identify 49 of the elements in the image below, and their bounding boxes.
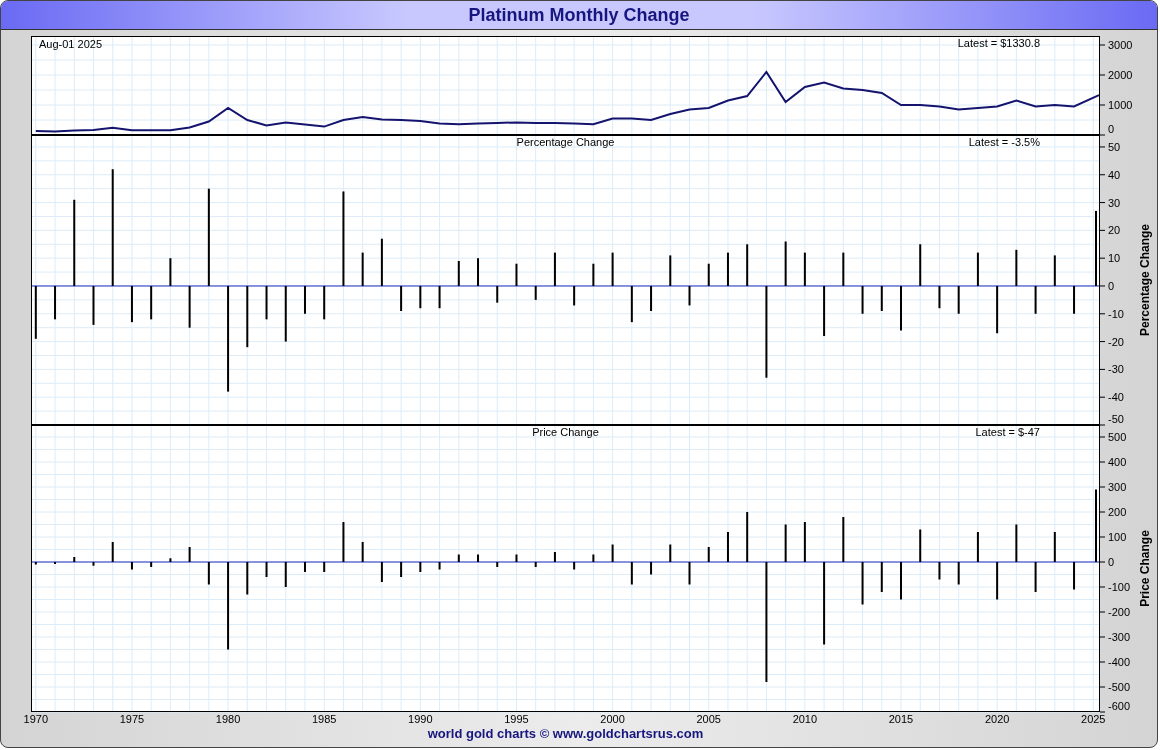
tick-label: -40: [1108, 391, 1124, 404]
tick-label: 100: [1108, 531, 1127, 543]
axis-title: Price Change: [1138, 530, 1152, 607]
tick-label: 300: [1108, 481, 1127, 493]
tick-label: 40: [1108, 168, 1121, 181]
credit-text: world gold charts © www.goldchartsrus.com: [426, 726, 705, 741]
tick-label: 0: [1108, 123, 1115, 135]
tick-label: 1000: [1108, 99, 1133, 111]
panel-title: Percentage Change: [516, 136, 615, 148]
tick-label: 0: [1108, 556, 1115, 568]
year-label: 1985: [311, 713, 337, 725]
tick-label: 200: [1108, 506, 1127, 518]
tick-label: 2000: [1108, 69, 1133, 81]
tick-label: 50: [1108, 140, 1121, 153]
tick-label: -600: [1108, 700, 1131, 712]
tick-label: -500: [1108, 681, 1131, 693]
year-label: 1970: [23, 713, 49, 725]
tick-label: -300: [1108, 631, 1131, 643]
year-label: 2020: [984, 713, 1010, 725]
year-label: 2025: [1081, 713, 1106, 725]
latest-value: Latest = -3.5%: [968, 136, 1040, 148]
date-label: Aug-01 2025: [39, 38, 102, 50]
tick-label: 400: [1108, 456, 1127, 468]
year-label: 1975: [119, 713, 145, 725]
tick-label: 500: [1108, 431, 1127, 443]
year-label: 2015: [888, 713, 914, 725]
tick-label: 3000: [1108, 39, 1133, 51]
tick-label: 10: [1108, 252, 1121, 265]
tick-label: -20: [1108, 335, 1124, 348]
year-label: 1980: [215, 713, 241, 725]
latest-value: Latest = $-47: [975, 426, 1040, 438]
tick-label: -200: [1108, 606, 1131, 618]
year-label: 1990: [408, 713, 433, 725]
axis-title: Percentage Change: [1138, 224, 1152, 336]
latest-value: Latest = $1330.8: [957, 37, 1040, 49]
year-label: 1995: [504, 713, 529, 725]
tick-label: -30: [1108, 363, 1124, 376]
chart-title: Platinum Monthly Change: [468, 4, 690, 26]
tick-label: -400: [1108, 656, 1131, 668]
year-label: 2005: [696, 713, 721, 725]
tick-label: -10: [1108, 307, 1124, 320]
year-label: 2010: [792, 713, 818, 725]
tick-label: 20: [1108, 224, 1121, 237]
tick-label: -100: [1108, 581, 1131, 593]
year-label: 2000: [600, 713, 625, 725]
tick-label: -50: [1108, 413, 1124, 425]
panel-title: Price Change: [532, 426, 599, 438]
tick-label: 0: [1108, 280, 1115, 292]
tick-label: 30: [1108, 196, 1121, 209]
